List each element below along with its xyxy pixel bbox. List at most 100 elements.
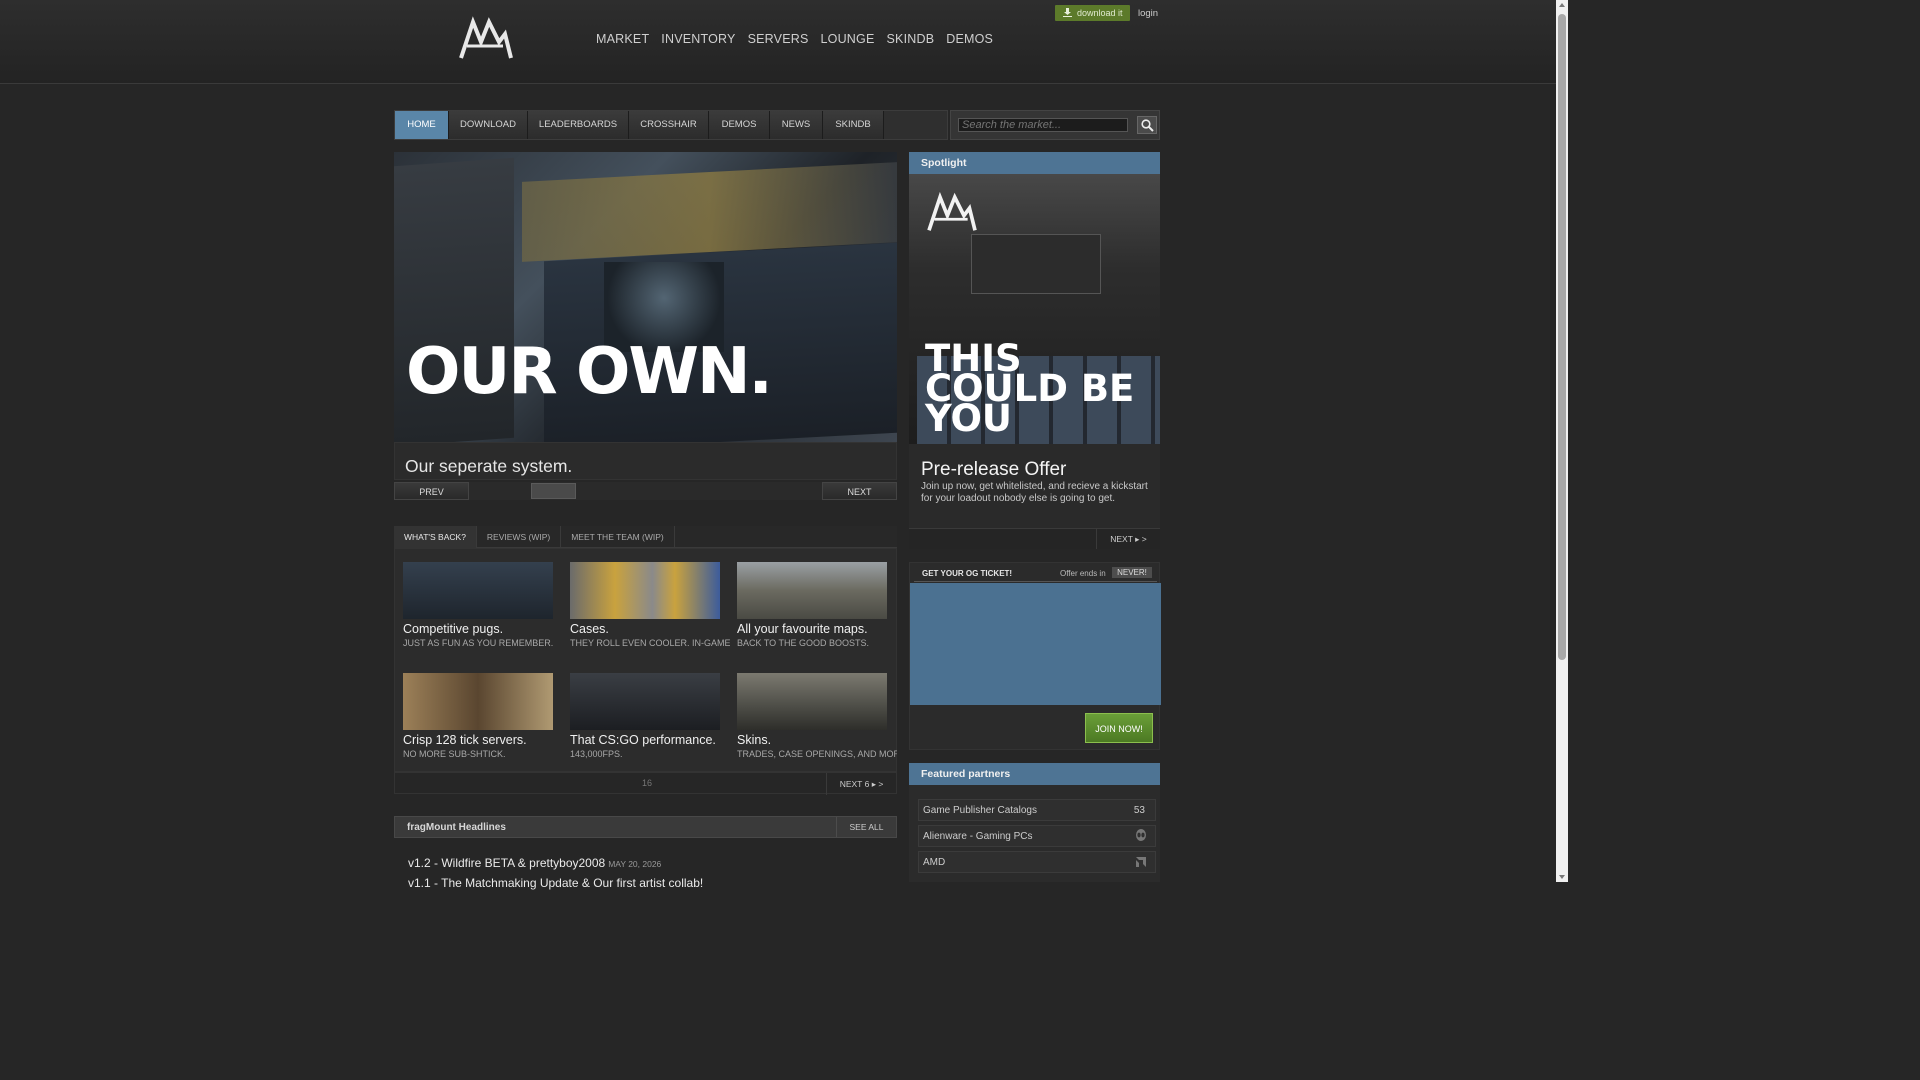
headline-title[interactable]: v1.2 - Wildfire BETA & prettyboy2008: [408, 856, 605, 870]
nav-servers[interactable]: SERVERS: [748, 32, 809, 46]
slider-next-button[interactable]: NEXT: [822, 482, 897, 500]
feature-card[interactable]: All your favourite maps. BACK TO THE GOO…: [737, 562, 897, 662]
nav-demos[interactable]: DEMOS: [946, 32, 993, 46]
spotlight-title: Spotlight: [921, 157, 967, 169]
partner-name: Alienware - Gaming PCs: [923, 831, 1033, 842]
partner-row[interactable]: AMD: [918, 851, 1156, 873]
og-ticket-panel: GET YOUR OG TICKET! Offer ends in NEVER!…: [909, 562, 1161, 750]
alien-icon: [1136, 829, 1146, 841]
og-ticket-title: GET YOUR OG TICKET!: [922, 569, 1013, 578]
search-button[interactable]: [1137, 116, 1157, 134]
join-now-button[interactable]: JOIN NOW!: [1085, 713, 1153, 743]
og-ticket-image: [910, 583, 1161, 705]
spotlight-image[interactable]: THIS COULD BE YOU: [909, 174, 1160, 444]
feature-title: All your favourite maps.: [737, 622, 868, 636]
tab-meet-the-team[interactable]: MEET THE TEAM (WIP): [561, 526, 675, 548]
feature-title: That CS:GO performance.: [570, 733, 716, 747]
slider-handle[interactable]: [531, 483, 576, 499]
feature-thumb-maps: [737, 562, 887, 619]
download-label: download it: [1077, 8, 1123, 18]
partners-list: Game Publisher Catalogs 53 Alienware - G…: [909, 785, 1160, 882]
feature-subtitle: NO MORE SUB-SHTICK.: [403, 749, 506, 759]
login-link[interactable]: login: [1138, 8, 1158, 19]
spotlight-offer-title[interactable]: Pre-release Offer: [921, 459, 1066, 481]
tab-leaderboards[interactable]: LEADERBOARDS: [528, 111, 629, 139]
main-nav: HOME DOWNLOAD LEADERBOARDS CROSSHAIR DEM…: [394, 110, 948, 140]
feature-card[interactable]: That CS:GO performance. 143,000FPS.: [570, 673, 730, 773]
download-button[interactable]: download it: [1055, 5, 1130, 21]
spotlight-image-text: THIS COULD BE YOU: [925, 337, 1135, 440]
page-scrollbar[interactable]: [1556, 0, 1568, 882]
fragmount-logo[interactable]: [459, 12, 513, 62]
partner-row[interactable]: Alienware - Gaming PCs: [918, 825, 1156, 847]
top-nav: MARKET INVENTORY SERVERS LOUNGE SKINDB D…: [596, 32, 993, 46]
offer-label: Offer ends in: [1060, 569, 1106, 578]
feature-card[interactable]: Skins. TRADES, CASE OPENINGS, AND MORE: [737, 673, 897, 773]
feature-subtitle: BACK TO THE GOOD BOOSTS.: [737, 638, 870, 648]
partners-title: Featured partners: [921, 768, 1011, 780]
feature-next-button[interactable]: NEXT 6 ▸ >: [826, 773, 896, 795]
hero-caption-box: Our seperate system.: [394, 442, 897, 480]
headlines-header: fragMount Headlines SEE ALL: [394, 816, 897, 838]
feature-subtitle: TRADES, CASE OPENINGS, AND MORE: [737, 749, 897, 759]
feature-pager: 16 NEXT 6 ▸ >: [394, 772, 897, 795]
search-input[interactable]: [958, 118, 1128, 132]
see-all-button[interactable]: SEE ALL: [836, 817, 896, 837]
hero-overlay-text: OUR OWN.: [406, 335, 773, 409]
top-bar: MARKET INVENTORY SERVERS LOUNGE SKINDB D…: [0, 0, 1556, 84]
nav-market[interactable]: MARKET: [596, 32, 649, 46]
partners-header: Featured partners: [909, 763, 1160, 785]
feature-tabs: WHAT'S BACK? REVIEWS (WIP) MEET THE TEAM…: [394, 526, 897, 548]
feature-next-label: NEXT 6: [839, 779, 870, 789]
partner-count: 53: [1133, 805, 1145, 816]
fragmount-logo: [927, 191, 977, 231]
offer-badge: NEVER!: [1112, 567, 1152, 578]
partner-name: AMD: [923, 857, 946, 868]
download-icon: [1063, 8, 1072, 17]
feature-thumb-pugs: [403, 562, 553, 619]
nav-skindb[interactable]: SKINDB: [887, 32, 935, 46]
headline-title[interactable]: v1.1 - The Matchmaking Update & Our firs…: [408, 876, 703, 890]
feature-card[interactable]: Competitive pugs. JUST AS FUN AS YOU REM…: [403, 562, 563, 662]
spotlight-description: Join up now, get whitelisted, and reciev…: [921, 481, 1148, 504]
tab-skindb[interactable]: SKINDB: [823, 111, 884, 139]
nav-inventory[interactable]: INVENTORY: [661, 32, 735, 46]
tab-home[interactable]: HOME: [395, 111, 449, 139]
tab-reviews[interactable]: REVIEWS (WIP): [477, 526, 562, 548]
amd-icon: [1136, 857, 1146, 867]
hero-caption: Our seperate system.: [405, 456, 573, 476]
nav-lounge[interactable]: LOUNGE: [821, 32, 875, 46]
spotlight-stickers-panel: [971, 234, 1101, 294]
headline-item[interactable]: v1.1 - The Matchmaking Update & Our firs…: [408, 876, 703, 890]
feature-page-number: 16: [642, 778, 653, 788]
search-icon: [1141, 119, 1154, 132]
feature-subtitle: 143,000FPS.: [570, 749, 623, 759]
scroll-down-icon[interactable]: [1559, 875, 1565, 879]
headline-item[interactable]: v1.2 - Wildfire BETA & prettyboy2008 MAY …: [408, 856, 661, 870]
tab-demos[interactable]: DEMOS: [709, 111, 770, 139]
headline-date: MAY 20, 2026: [608, 859, 662, 869]
hero-slide-image[interactable]: OUR OWN.: [394, 152, 897, 442]
spotlight-header: Spotlight: [909, 152, 1160, 174]
scrollbar-thumb[interactable]: [1558, 14, 1566, 660]
slider-prev-button[interactable]: PREV: [394, 482, 469, 500]
spotlight-next-button[interactable]: NEXT ▸ >: [1096, 529, 1160, 549]
feature-thumb-cases: [570, 562, 720, 619]
og-ticket-bar: GET YOUR OG TICKET! Offer ends in NEVER!: [914, 566, 1157, 582]
feature-title: Crisp 128 tick servers.: [403, 733, 527, 747]
market-search: [950, 110, 1160, 140]
tab-news[interactable]: NEWS: [770, 111, 823, 139]
tab-crosshair[interactable]: CROSSHAIR: [629, 111, 709, 139]
feature-subtitle: JUST AS FUN AS YOU REMEMBER.: [403, 638, 554, 648]
scroll-up-icon[interactable]: [1559, 3, 1565, 7]
feature-card[interactable]: Crisp 128 tick servers. NO MORE SUB-SHTI…: [403, 673, 563, 773]
partner-row[interactable]: Game Publisher Catalogs 53: [918, 799, 1156, 821]
tab-whats-back[interactable]: WHAT'S BACK?: [394, 526, 477, 548]
tab-download[interactable]: DOWNLOAD: [449, 111, 528, 139]
slider-controls: PREV NEXT: [394, 482, 897, 500]
feature-title: Competitive pugs.: [403, 622, 504, 636]
spotlight-body: Pre-release Offer Join up now, get white…: [909, 444, 1160, 528]
feature-thumb-skins: [737, 673, 887, 730]
feature-card[interactable]: Cases. THEY ROLL EVEN COOLER. IN-GAME: [570, 562, 730, 662]
partner-name: Game Publisher Catalogs: [923, 805, 1037, 816]
